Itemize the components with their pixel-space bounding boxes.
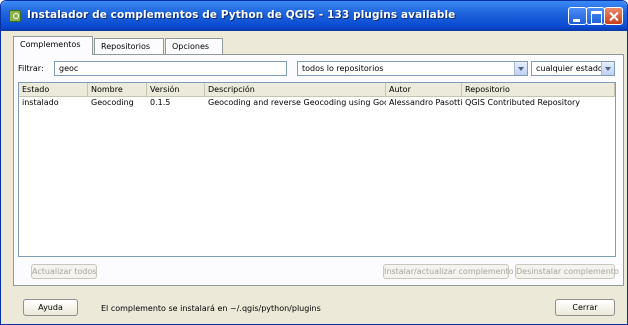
install-path-status: El complemento se instalará en ~/.qgis/p… bbox=[101, 304, 321, 313]
tab-opciones[interactable]: Opciones bbox=[165, 38, 223, 54]
column-header-estado[interactable]: Estado bbox=[19, 83, 88, 97]
column-header-nombre[interactable]: Nombre bbox=[88, 83, 147, 97]
cell-estado: instalado bbox=[22, 98, 59, 107]
plugins-table: Estado Nombre Versión Descripción Autor … bbox=[18, 82, 616, 257]
filter-label: Filtrar: bbox=[18, 64, 44, 73]
repository-select-value: todos lo repositorios bbox=[302, 64, 384, 73]
title-bar[interactable]: Instalador de complementos de Python de … bbox=[1, 1, 627, 31]
close-button[interactable]: Cerrar bbox=[555, 299, 615, 316]
minimize-button[interactable] bbox=[568, 7, 587, 25]
repository-select[interactable]: todos lo repositorios bbox=[297, 61, 528, 76]
column-header-autor[interactable]: Autor bbox=[386, 83, 462, 97]
uninstall-button[interactable]: Desinstalar complemento bbox=[515, 264, 619, 279]
update-all-button[interactable]: Actualizar todos bbox=[31, 264, 97, 279]
status-select-value: cualquier estado bbox=[536, 64, 603, 73]
qgis-app-icon bbox=[9, 10, 21, 22]
cell-version: 0.1.5 bbox=[150, 98, 171, 107]
help-button[interactable]: Ayuda bbox=[23, 299, 78, 316]
maximize-button[interactable] bbox=[586, 7, 605, 25]
cell-descripcion: Geocoding and reverse Geocoding using Go… bbox=[208, 98, 386, 107]
filter-input[interactable] bbox=[54, 61, 287, 76]
cell-repositorio: QGIS Contributed Repository bbox=[465, 98, 581, 107]
column-header-version[interactable]: Versión bbox=[147, 83, 205, 97]
chevron-down-icon[interactable] bbox=[601, 62, 614, 75]
column-header-descripcion[interactable]: Descripción bbox=[205, 83, 386, 97]
column-header-repositorio[interactable]: Repositorio bbox=[462, 83, 615, 97]
window-title: Instalador de complementos de Python de … bbox=[27, 9, 456, 21]
cell-autor: Alessandro Pasotti bbox=[389, 98, 462, 107]
install-update-button[interactable]: Instalar/actualizar complemento bbox=[383, 264, 514, 279]
plugin-installer-window: Instalador de complementos de Python de … bbox=[0, 0, 628, 325]
close-window-button[interactable] bbox=[604, 7, 623, 25]
status-select[interactable]: cualquier estado bbox=[531, 61, 615, 76]
cell-nombre: Geocoding bbox=[91, 98, 134, 107]
table-row[interactable]: instalado Geocoding 0.1.5 Geocoding and … bbox=[19, 97, 615, 109]
chevron-down-icon[interactable] bbox=[514, 62, 527, 75]
table-header: Estado Nombre Versión Descripción Autor … bbox=[19, 83, 615, 97]
tab-repositorios[interactable]: Repositorios bbox=[94, 38, 164, 54]
tab-complementos[interactable]: Complementos bbox=[13, 36, 93, 55]
